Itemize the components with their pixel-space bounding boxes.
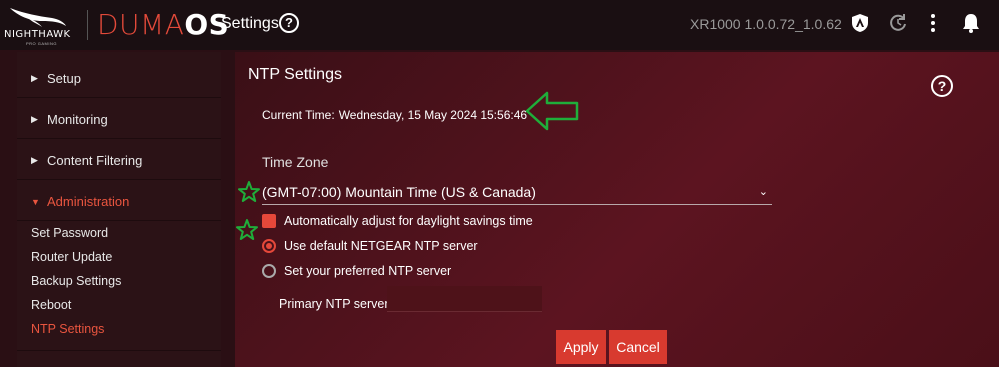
sidebar: ▶ Setup ▶ Monitoring ▶ Content Filtering…: [17, 52, 221, 367]
firmware-version: XR1000 1.0.0.72_1.0.62: [690, 16, 842, 32]
sidebar-item-label: Setup: [47, 71, 81, 86]
primary-ntp-input[interactable]: [387, 286, 542, 312]
expand-triangle-icon: ▶: [31, 114, 38, 124]
timezone-label: Time Zone: [262, 154, 329, 170]
sidebar-divider: [17, 350, 221, 367]
dst-checkbox[interactable]: [262, 214, 276, 228]
sidebar-item-content-filtering[interactable]: ▶ Content Filtering: [17, 142, 221, 180]
sidebar-subitem-router-update[interactable]: Router Update: [31, 250, 112, 264]
expand-triangle-icon: ▶: [31, 73, 38, 83]
primary-ntp-label: Primary NTP server:: [279, 297, 392, 311]
sidebar-subitem-backup-settings[interactable]: Backup Settings: [31, 274, 121, 288]
main-panel: NTP Settings ? Current Time: Wednesday, 1…: [235, 52, 999, 367]
sidebar-item-setup[interactable]: ▶ Setup: [17, 60, 221, 98]
radio-custom-server-row[interactable]: Set your preferred NTP server: [262, 262, 451, 280]
sidebar-item-label: Administration: [47, 194, 130, 209]
sidebar-item-label: Content Filtering: [47, 153, 143, 168]
sidebar-item-monitoring[interactable]: ▶ Monitoring: [17, 101, 221, 139]
annotation-star-icon: [238, 181, 260, 202]
dst-label: Automatically adjust for daylight saving…: [284, 214, 533, 228]
radio-default-server[interactable]: [262, 239, 276, 253]
apply-button[interactable]: Apply: [556, 330, 606, 364]
sidebar-item-administration[interactable]: ▼ Administration: [17, 183, 221, 221]
help-icon[interactable]: ?: [931, 75, 953, 97]
radio-default-server-label: Use default NETGEAR NTP server: [284, 239, 478, 253]
current-time-label: Current Time:: [262, 108, 335, 122]
collapse-triangle-icon: ▼: [31, 196, 40, 207]
radio-custom-server-label: Set your preferred NTP server: [284, 264, 452, 278]
cancel-button[interactable]: Cancel: [609, 330, 667, 364]
current-time-value: Wednesday, 15 May 2024 15:56:46: [338, 108, 528, 122]
sidebar-subitem-ntp-settings[interactable]: NTP Settings: [31, 322, 104, 336]
nighthawk-logo: NIGHTHAWK PRO GAMING: [4, 6, 84, 46]
current-time: Current Time: Wednesday, 15 May 2024 15:5…: [262, 108, 527, 122]
top-bar: NIGHTHAWK PRO GAMING DUMAOS Settings ? X…: [0, 0, 999, 50]
dst-checkbox-row[interactable]: Automatically adjust for daylight saving…: [262, 212, 533, 230]
timezone-select[interactable]: (GMT-07:00) Mountain Time (US & Canada) …: [262, 179, 772, 205]
annotation-star-icon: [236, 219, 258, 240]
brand-sub-text: PRO GAMING: [26, 41, 58, 46]
sidebar-item-label: Monitoring: [47, 112, 108, 127]
top-help-icon[interactable]: ?: [279, 13, 299, 33]
brand-nighthawk-text: NIGHTHAWK: [4, 29, 71, 40]
sidebar-subitem-reboot[interactable]: Reboot: [31, 298, 71, 312]
page-title: NTP Settings: [248, 66, 342, 83]
dumaos-logo: DUMAOS: [97, 8, 229, 41]
radio-custom-server[interactable]: [262, 264, 276, 278]
sidebar-subitem-set-password[interactable]: Set Password: [31, 226, 108, 240]
more-vertical-icon[interactable]: [927, 13, 939, 33]
expand-triangle-icon: ▶: [31, 155, 38, 165]
logo-divider: [87, 10, 88, 40]
timezone-value: (GMT-07:00) Mountain Time (US & Canada): [262, 183, 536, 200]
chevron-down-icon: ⌄: [758, 186, 768, 198]
annotation-arrow-icon: [525, 91, 579, 131]
bell-icon[interactable]: [962, 13, 980, 33]
account-shield-icon[interactable]: [851, 13, 869, 33]
top-title: Settings: [221, 15, 279, 32]
nighthawk-bird-icon: [10, 8, 66, 27]
brand-duma-text: DUMA: [97, 8, 185, 41]
refresh-icon[interactable]: [888, 13, 908, 33]
radio-default-server-row[interactable]: Use default NETGEAR NTP server: [262, 237, 478, 255]
